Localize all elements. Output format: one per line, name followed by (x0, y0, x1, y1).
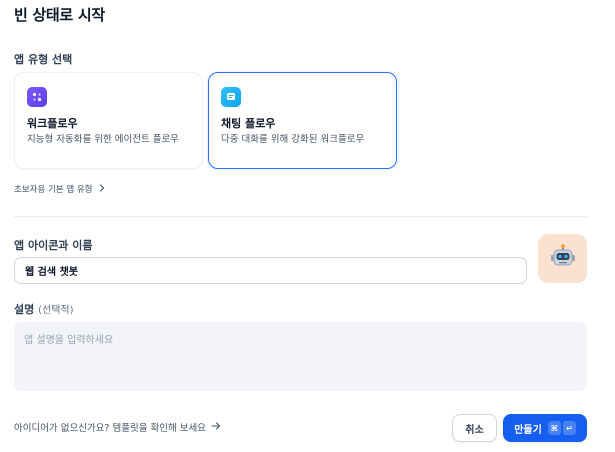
app-type-card-workflow[interactable]: 워크플로우 지능형 자동화를 위한 에이전트 플로우 (14, 72, 203, 169)
cancel-button[interactable]: 취소 (452, 414, 497, 442)
chatflow-icon (221, 87, 241, 107)
browse-templates-link[interactable]: 아이디어가 없으신가요? 템플릿을 확인해 보세요 (14, 420, 221, 434)
workflow-icon (27, 87, 47, 107)
app-type-card-description: 다중 대화를 위해 강화된 워크플로우 (221, 134, 365, 145)
beginner-link-label: 초보자용 기본 앱 유형 (14, 185, 93, 195)
app-type-card-chatflow[interactable]: 채팅 플로우 다중 대화를 위해 강화된 워크플로우 (208, 72, 397, 169)
robot-icon (549, 243, 577, 275)
beginner-app-types-link[interactable]: 초보자용 기본 앱 유형 (14, 183, 105, 195)
create-button[interactable]: 만들기 ⌘ ↵ (503, 414, 587, 442)
description-label-text: 설명 (14, 303, 35, 316)
command-key-icon: ⌘ (547, 421, 561, 435)
app-type-label: 앱 유형 선택 (14, 53, 73, 66)
browse-templates-label: 아이디어가 없으신가요? 템플릿을 확인해 보세요 (14, 423, 206, 434)
description-placeholder: 앱 설명을 입력하세요 (24, 335, 114, 346)
description-textarea[interactable]: 앱 설명을 입력하세요 (14, 322, 587, 391)
app-icon-name-label: 앱 아이콘과 이름 (14, 239, 93, 252)
app-avatar-button[interactable] (538, 234, 587, 283)
enter-key-icon: ↵ (562, 421, 576, 435)
chevron-right-icon (99, 183, 105, 195)
app-type-card-description: 지능형 자동화를 위한 에이전트 플로우 (27, 134, 179, 145)
description-optional-label: (선택적) (38, 305, 74, 316)
page-title: 빈 상태로 시작 (14, 6, 105, 24)
create-button-label: 만들기 (514, 424, 542, 436)
app-type-card-title: 워크플로우 (27, 117, 78, 130)
app-name-input[interactable]: 웹 검색 챗봇 (14, 257, 527, 284)
description-label: 설명 (선택적) (14, 301, 74, 317)
divider (14, 216, 587, 217)
keyboard-shortcut: ⌘ ↵ (547, 421, 576, 435)
app-type-card-title: 채팅 플로우 (221, 117, 276, 130)
arrow-right-icon (211, 421, 221, 433)
